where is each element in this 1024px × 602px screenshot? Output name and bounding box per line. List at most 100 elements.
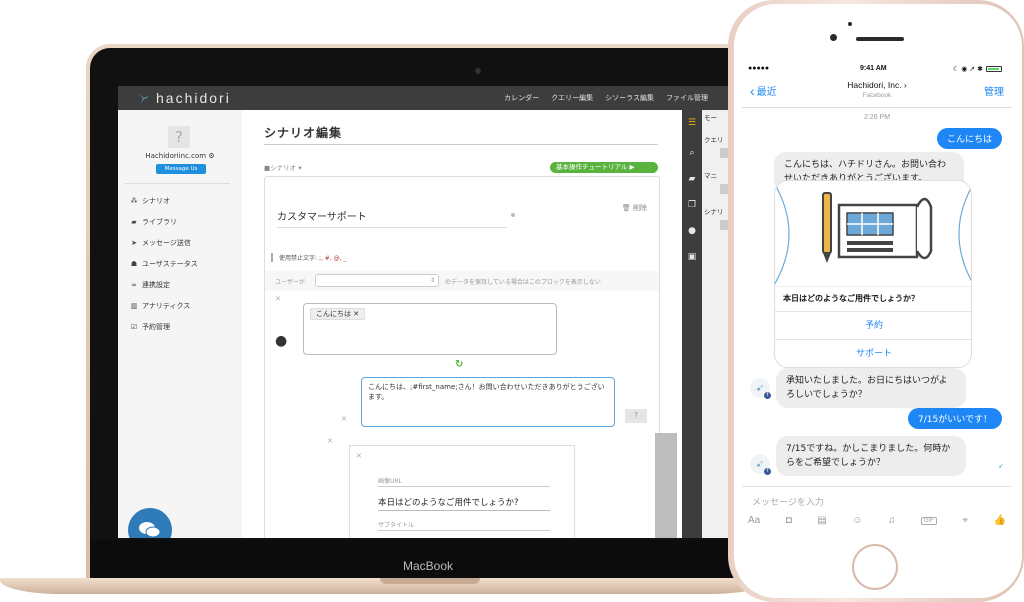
close-icon[interactable]: ✕ bbox=[356, 452, 362, 460]
bot-reply-input[interactable]: こんにちは、;#first_name;さん！お問い合わせいただきありがとうござい… bbox=[361, 377, 615, 427]
status-bar: ●●●●● 9:41 AM ☾ ◉ ➚ ✱ bbox=[742, 62, 1012, 76]
hummingbird-logo-icon bbox=[137, 93, 149, 104]
outgoing-message[interactable]: 7/15がいいです！ bbox=[908, 408, 1002, 429]
condition-note: のデータを保持している場合はこのブロックを表示しない bbox=[445, 279, 601, 286]
battery-icon bbox=[986, 66, 1002, 72]
card-button-support[interactable]: サポート bbox=[775, 339, 971, 367]
subtitle-field[interactable] bbox=[378, 530, 550, 531]
forbidden-label: 使用禁止文字: bbox=[279, 255, 318, 262]
panel-label-query: クエリ bbox=[704, 136, 724, 144]
phone-sensor bbox=[848, 22, 852, 26]
nav-file-management[interactable]: ファイル管理 bbox=[666, 93, 708, 103]
back-label: 最近 bbox=[756, 87, 777, 98]
sidebar-item-label: ユーザステータス bbox=[142, 260, 198, 268]
account-avatar[interactable]: ? bbox=[168, 126, 190, 148]
laptop-camera bbox=[475, 68, 481, 74]
title-divider bbox=[264, 144, 658, 145]
right-panel: モー クエリ マニ シナリ bbox=[702, 110, 730, 538]
nav-thesaurus-edit[interactable]: シソーラス編集 bbox=[605, 93, 654, 103]
bot-avatar[interactable]: ➹ f bbox=[750, 378, 771, 399]
laptop-screen: hachidori カレンダー クエリー編集 シソーラス編集 ファイル管理 ? … bbox=[118, 86, 730, 538]
sidebar-item-scenario[interactable]: ⁂ シナリオ bbox=[130, 196, 171, 206]
scenario-name-field[interactable]: カスタマーサポート bbox=[277, 205, 507, 228]
manage-button[interactable]: 管理 bbox=[984, 83, 1004, 98]
gallery-icon[interactable]: ▤ bbox=[817, 515, 826, 526]
page-title: シナリオ編集 bbox=[264, 126, 343, 140]
facebook-badge-icon: f bbox=[764, 392, 771, 399]
scenario-dropdown[interactable]: ■シナリオ ▾ bbox=[264, 162, 301, 172]
sidebar-item-label: 連携設定 bbox=[142, 281, 170, 289]
image-url-label: 画像URL bbox=[378, 478, 402, 485]
gear-icon[interactable]: ⚙ bbox=[208, 152, 214, 160]
emoji-icon[interactable]: ☺ bbox=[852, 515, 862, 526]
card-button-reservation[interactable]: 予約 bbox=[775, 311, 971, 339]
book-icon[interactable]: ▰ bbox=[686, 174, 698, 184]
delete-button[interactable]: 🗑 削除 bbox=[622, 203, 647, 213]
message-us-button[interactable]: Message Us bbox=[156, 164, 206, 174]
incoming-message[interactable]: 7/15ですね。かしこまりました。何時からをご希望でしょうか？ bbox=[776, 436, 966, 476]
close-icon[interactable]: ✕ bbox=[275, 295, 281, 303]
card-title: 本日はどのようなご用件でしょうか？ bbox=[783, 294, 919, 303]
seen-indicator-icon: ➹ bbox=[998, 462, 1004, 470]
link-icon: ∞ bbox=[131, 281, 137, 289]
account-name: Hachidoriinc.com ⚙ bbox=[138, 152, 222, 160]
sidebar-item-reservations[interactable]: ☑ 予約管理 bbox=[130, 322, 170, 332]
panel-label-mode: モー bbox=[704, 114, 717, 122]
back-button[interactable]: ‹ 最近 bbox=[750, 83, 777, 99]
next-card-placeholder[interactable] bbox=[655, 433, 677, 538]
sliders-icon[interactable]: ☰ bbox=[686, 118, 698, 128]
calendar-check-icon: ☑ bbox=[130, 323, 138, 331]
message-input[interactable]: メッセージを入力 bbox=[752, 495, 824, 508]
app-logo[interactable]: hachidori bbox=[136, 90, 231, 106]
sidebar-item-send-message[interactable]: ➤ メッセージ送信 bbox=[130, 238, 191, 248]
laptop-brand: MacBook bbox=[402, 559, 454, 573]
condition-select[interactable]: ⇕ bbox=[315, 274, 439, 287]
sidebar-item-label: ライブラリ bbox=[142, 218, 177, 226]
microphone-icon[interactable]: ♫ bbox=[888, 515, 896, 526]
sidebar-item-label: メッセージ送信 bbox=[142, 239, 191, 247]
user-message-input[interactable]: こんにちは ✕ bbox=[303, 303, 557, 355]
carousel-card: 本日はどのようなご用件でしょうか？ 予約 サポート bbox=[774, 180, 972, 368]
phone-camera bbox=[830, 34, 837, 41]
sidebar-item-library[interactable]: ▰ ライブラリ bbox=[130, 217, 177, 227]
nav-query-edit[interactable]: クエリー編集 bbox=[551, 93, 593, 103]
tutorial-button[interactable]: 基本操作チュートリアル ▶ bbox=[550, 162, 658, 173]
location-icon[interactable]: ⌖ bbox=[962, 515, 968, 526]
hummingbird-icon: ➹ bbox=[755, 382, 765, 394]
sidebar-item-analytics[interactable]: ▥ アナリティクス bbox=[130, 301, 191, 311]
phone-earpiece bbox=[856, 37, 904, 41]
copy-icon[interactable]: ❐ bbox=[686, 200, 698, 210]
refresh-icon[interactable]: ↻ bbox=[455, 359, 463, 370]
app-header: hachidori カレンダー クエリー編集 シソーラス編集 ファイル管理 bbox=[118, 86, 730, 110]
condition-user-label: ユーザーが bbox=[275, 279, 305, 286]
carousel-card-editor: ✕ 画像URL 本日はどのようなご用件でしょうか? サブタイトル bbox=[349, 445, 575, 538]
keyword-tag[interactable]: こんにちは ✕ bbox=[310, 308, 366, 320]
user-icon[interactable]: ● bbox=[686, 226, 698, 236]
close-icon[interactable]: ✕ bbox=[327, 437, 333, 445]
conversation-title[interactable]: Hachidori, Inc. › bbox=[812, 80, 942, 90]
search-icon[interactable]: ⌕ bbox=[686, 148, 698, 158]
chat-widget-button[interactable]: 0 bbox=[128, 508, 172, 538]
card-title-input[interactable]: 本日はどのようなご用件でしょうか? bbox=[378, 496, 519, 508]
help-icon[interactable]: ? bbox=[625, 409, 647, 423]
tag-remove-icon[interactable]: ✕ bbox=[353, 310, 359, 318]
nav-calendar[interactable]: カレンダー bbox=[504, 93, 539, 103]
image-url-field[interactable] bbox=[378, 486, 550, 487]
image-icon[interactable]: ▣ bbox=[686, 252, 698, 262]
bot-avatar[interactable]: ➹ f bbox=[750, 454, 771, 475]
home-button[interactable] bbox=[852, 544, 898, 590]
drag-handle-icon[interactable] bbox=[511, 213, 515, 217]
sidebar-item-user-status[interactable]: ☗ ユーザステータス bbox=[130, 259, 198, 269]
close-icon[interactable]: ✕ bbox=[341, 415, 347, 423]
like-icon[interactable]: 👍 bbox=[993, 515, 1005, 526]
text-format-icon[interactable]: Aa bbox=[748, 515, 760, 526]
status-icons: ☾ ◉ ➚ ✱ bbox=[953, 65, 1002, 73]
camera-icon[interactable]: ◘ bbox=[786, 515, 792, 526]
gif-icon[interactable]: GIF bbox=[920, 516, 937, 525]
book-icon: ▰ bbox=[131, 218, 137, 226]
incoming-message[interactable]: 承知いたしました。お日にちはいつがよろしいでしょうか？ bbox=[776, 368, 966, 408]
sidebar-item-integrations[interactable]: ∞ 連携設定 bbox=[130, 280, 170, 290]
outgoing-message[interactable]: こんにちは bbox=[936, 128, 1002, 149]
chevron-updown-icon: ⇕ bbox=[429, 277, 435, 284]
facebook-badge-icon: f bbox=[764, 468, 771, 475]
